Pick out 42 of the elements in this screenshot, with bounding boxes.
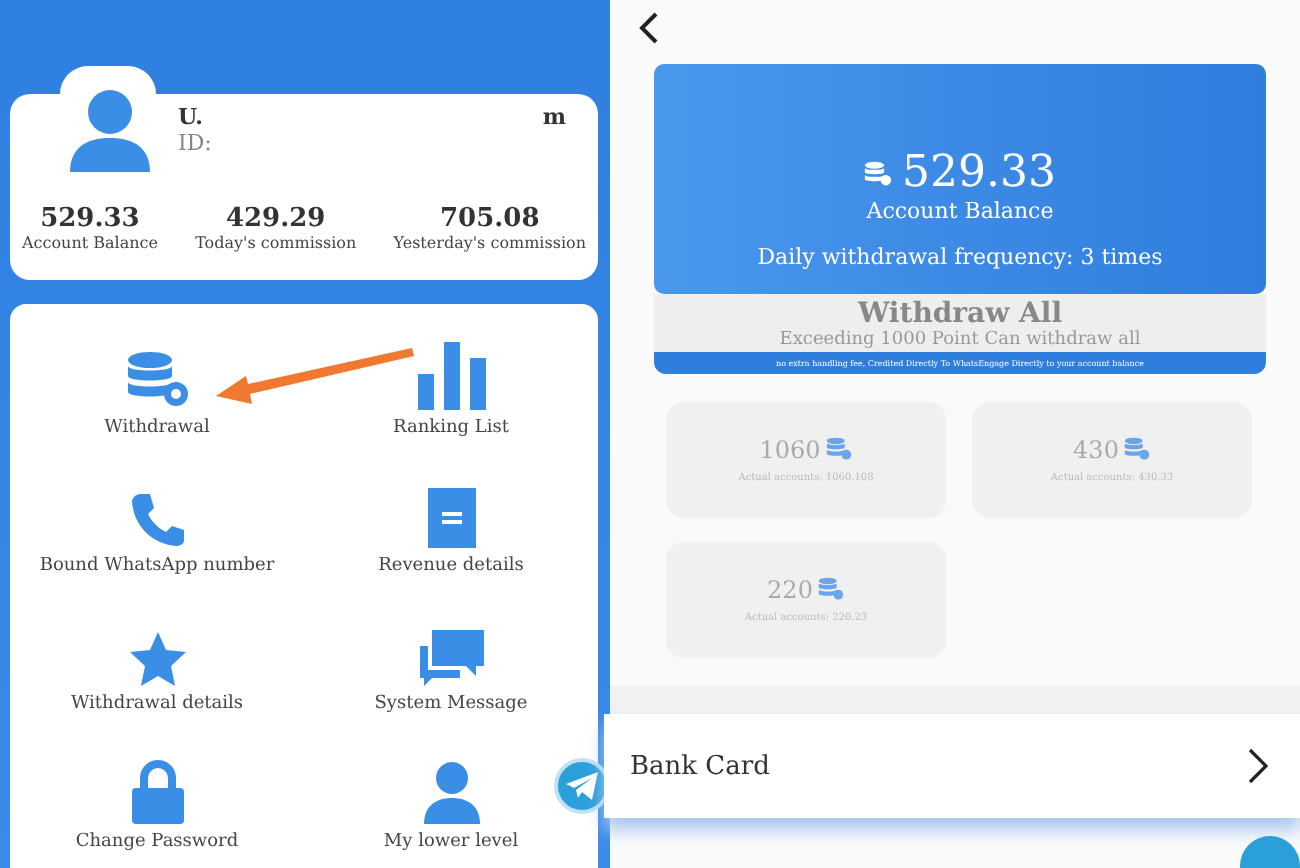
amount-value: 430 [1073, 436, 1119, 464]
paper-plane-icon [566, 772, 598, 800]
menu-item[interactable]: Withdrawal details [10, 604, 304, 742]
database-icon [826, 436, 853, 462]
database-icon [1124, 436, 1151, 462]
database-icon [125, 350, 189, 410]
back-chevron-icon [638, 12, 658, 44]
document-icon [427, 488, 475, 548]
chevron-right-icon [1248, 748, 1268, 784]
withdraw-all-note: Exceeding 1000 Point Can withdraw all [779, 330, 1141, 350]
withdrawal-frequency: Daily withdrawal frequency: 3 times [757, 244, 1163, 270]
balance-label: Account Balance [866, 198, 1054, 224]
chat-bubbles-icon [419, 630, 483, 686]
menu-item[interactable]: Ranking List [304, 328, 598, 466]
star-icon [129, 632, 185, 686]
stat-value: 705.08 [439, 204, 540, 234]
person-icon [423, 760, 479, 824]
stat-value: 429.29 [225, 204, 326, 234]
database-icon [864, 159, 892, 187]
amount-value: 220 [767, 576, 813, 604]
balance-amount: 529.33 [902, 148, 1056, 198]
stat-value: 529.33 [40, 204, 140, 234]
phone-icon [129, 492, 185, 548]
menu-item[interactable]: Change Password [10, 742, 304, 868]
menu-item[interactable]: Bound WhatsApp number [10, 466, 304, 604]
withdraw-all-title: Withdraw All [857, 298, 1063, 330]
bar-chart-icon [417, 342, 485, 410]
bank-card-row[interactable]: Bank Card [604, 714, 1300, 818]
database-icon [818, 576, 845, 602]
user-name: m [542, 104, 566, 130]
avatar-silhouette-icon [70, 88, 150, 172]
stat-label: Account Balance [22, 234, 158, 252]
user-name: U. [178, 104, 203, 130]
lock-icon [131, 760, 183, 824]
stat-label: Yesterday's commission [393, 234, 586, 252]
amount-value: 1060 [759, 436, 821, 464]
menu-item[interactable]: Withdrawal [10, 328, 304, 466]
menu-item[interactable]: My lower level [304, 742, 598, 868]
user-id: ID: [178, 130, 214, 156]
menu-item[interactable]: System Message [304, 604, 598, 742]
menu-item[interactable]: Revenue details [304, 466, 598, 604]
stat-label: Today's commission [195, 234, 357, 252]
